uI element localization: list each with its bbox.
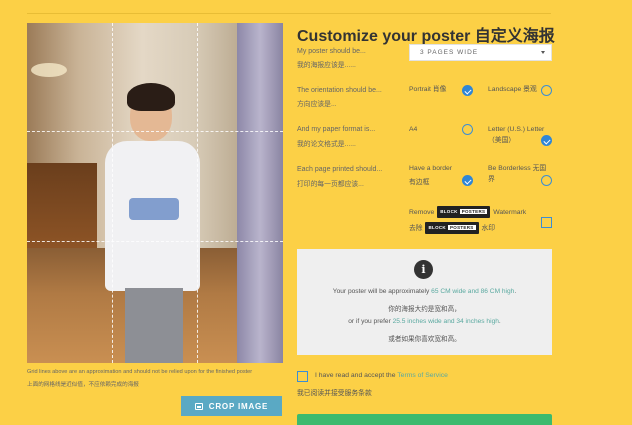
- info-line-inches-post: .: [498, 318, 501, 325]
- remove-watermark-checkbox[interactable]: [541, 217, 552, 228]
- watermark-text: Watermark: [493, 208, 527, 216]
- info-line-inches: or if you prefer 25.5 inches wide and 34…: [297, 318, 552, 325]
- orientation-landscape-radio[interactable]: [541, 85, 552, 96]
- info-size-inches: 25.5 inches wide and 34 inches high: [392, 318, 499, 325]
- grid-line-vertical: [112, 23, 113, 363]
- block-posters-logo: BLOCK POSTERS: [437, 206, 491, 218]
- border-have-radio[interactable]: [462, 175, 473, 186]
- format-a4-label[interactable]: A4: [409, 125, 417, 135]
- border-none-label-zh[interactable]: 界: [488, 175, 495, 185]
- border-none-radio[interactable]: [541, 175, 552, 186]
- top-divider: [27, 13, 551, 14]
- photo-shirt-print: [129, 198, 179, 220]
- image-icon: [194, 402, 203, 410]
- info-icon: i: [414, 260, 433, 279]
- border-have-label[interactable]: Have a border: [409, 164, 452, 174]
- photo-child-hair: [127, 83, 175, 111]
- chevron-down-icon: [541, 51, 545, 54]
- poster-size-value: 3 PAGES WIDE: [420, 49, 479, 56]
- grid-line-horizontal: [27, 131, 283, 132]
- poster-size-select[interactable]: 3 PAGES WIDE: [409, 44, 552, 61]
- info-line-inches-zh: 或者如果你喜欢宽和高。: [388, 336, 461, 343]
- info-size-cm: 65 CM wide and 86 CM high: [431, 288, 515, 295]
- format-letter-radio[interactable]: [541, 135, 552, 146]
- watermark-text-zh: 水印: [481, 224, 496, 232]
- watermark-remove-label-zh[interactable]: 去除 BLOCK POSTERS 水印: [409, 222, 495, 234]
- terms-of-service-link[interactable]: Terms of Service: [397, 372, 448, 379]
- info-line-cm-post: .: [514, 288, 517, 295]
- info-line-cm-pre: Your poster will be approximately: [332, 288, 432, 295]
- size-label-en: My poster should be...: [297, 48, 366, 55]
- logo-text-posters: POSTERS: [459, 209, 488, 214]
- accept-terms-checkbox[interactable]: [297, 371, 308, 382]
- grid-note-en: Grid lines above are an approximation an…: [27, 369, 253, 375]
- photo-curtain: [237, 23, 283, 363]
- grid-line-vertical: [197, 23, 198, 363]
- logo-text-block: BLOCK: [428, 225, 446, 230]
- block-posters-logo: BLOCK POSTERS: [425, 222, 479, 234]
- watermark-remove-label[interactable]: Remove BLOCK POSTERS Watermark: [409, 206, 526, 218]
- watermark-remove-text: Remove: [409, 208, 435, 216]
- photo-lamp: [31, 63, 67, 77]
- grid-note-zh: 上面的网格线是近似值，不应依赖完成的海报: [27, 382, 139, 388]
- accept-terms-text: I have read and accept the: [315, 372, 398, 379]
- poster-size-info-box: i Your poster will be approximately 65 C…: [297, 249, 552, 355]
- submit-button[interactable]: [297, 414, 552, 425]
- photo-child-pants: [125, 288, 183, 363]
- accept-terms-label-zh: 我已阅读并接受服务条款: [297, 390, 372, 397]
- border-label-en: Each page printed should...: [297, 166, 383, 173]
- orientation-portrait-radio[interactable]: [462, 85, 473, 96]
- orientation-portrait-label[interactable]: Portrait 肖像: [409, 85, 446, 95]
- logo-text-posters: POSTERS: [447, 225, 476, 230]
- accept-terms-label: I have read and accept the Terms of Serv…: [315, 372, 448, 379]
- info-line-cm: Your poster will be approximately 65 CM …: [297, 288, 552, 295]
- orientation-label-en: The orientation should be...: [297, 87, 382, 94]
- info-line-cm-zh: 你的海报大约是宽和高，: [388, 306, 461, 313]
- watermark-remove-text-zh: 去除: [409, 224, 423, 232]
- orientation-landscape-label[interactable]: Landscape 景观: [488, 85, 537, 95]
- info-line-inches-pre: or if you prefer: [348, 318, 393, 325]
- format-label-en: And my paper format is...: [297, 126, 376, 133]
- crop-image-button[interactable]: CROP IMAGE: [181, 396, 282, 416]
- page-title: Customize your poster 自定义海报: [297, 28, 555, 45]
- border-none-label[interactable]: Be Borderless 无国: [488, 164, 546, 174]
- format-label-zh: 我的论文格式是......: [297, 141, 356, 148]
- border-label-zh: 打印的每一页都应该...: [297, 181, 364, 188]
- crop-image-label: CROP IMAGE: [208, 401, 269, 411]
- format-letter-label[interactable]: Letter (U.S.) Letter: [488, 125, 544, 135]
- border-have-label-zh[interactable]: 有边框: [409, 178, 429, 188]
- orientation-label-zh: 方向应该是...: [297, 101, 337, 108]
- grid-line-horizontal: [27, 241, 283, 242]
- poster-preview-image[interactable]: [27, 23, 283, 363]
- logo-text-block: BLOCK: [440, 209, 458, 214]
- format-letter-label-zh[interactable]: （美国）: [488, 136, 515, 146]
- size-label-zh: 我的海报应该是......: [297, 62, 356, 69]
- format-a4-radio[interactable]: [462, 124, 473, 135]
